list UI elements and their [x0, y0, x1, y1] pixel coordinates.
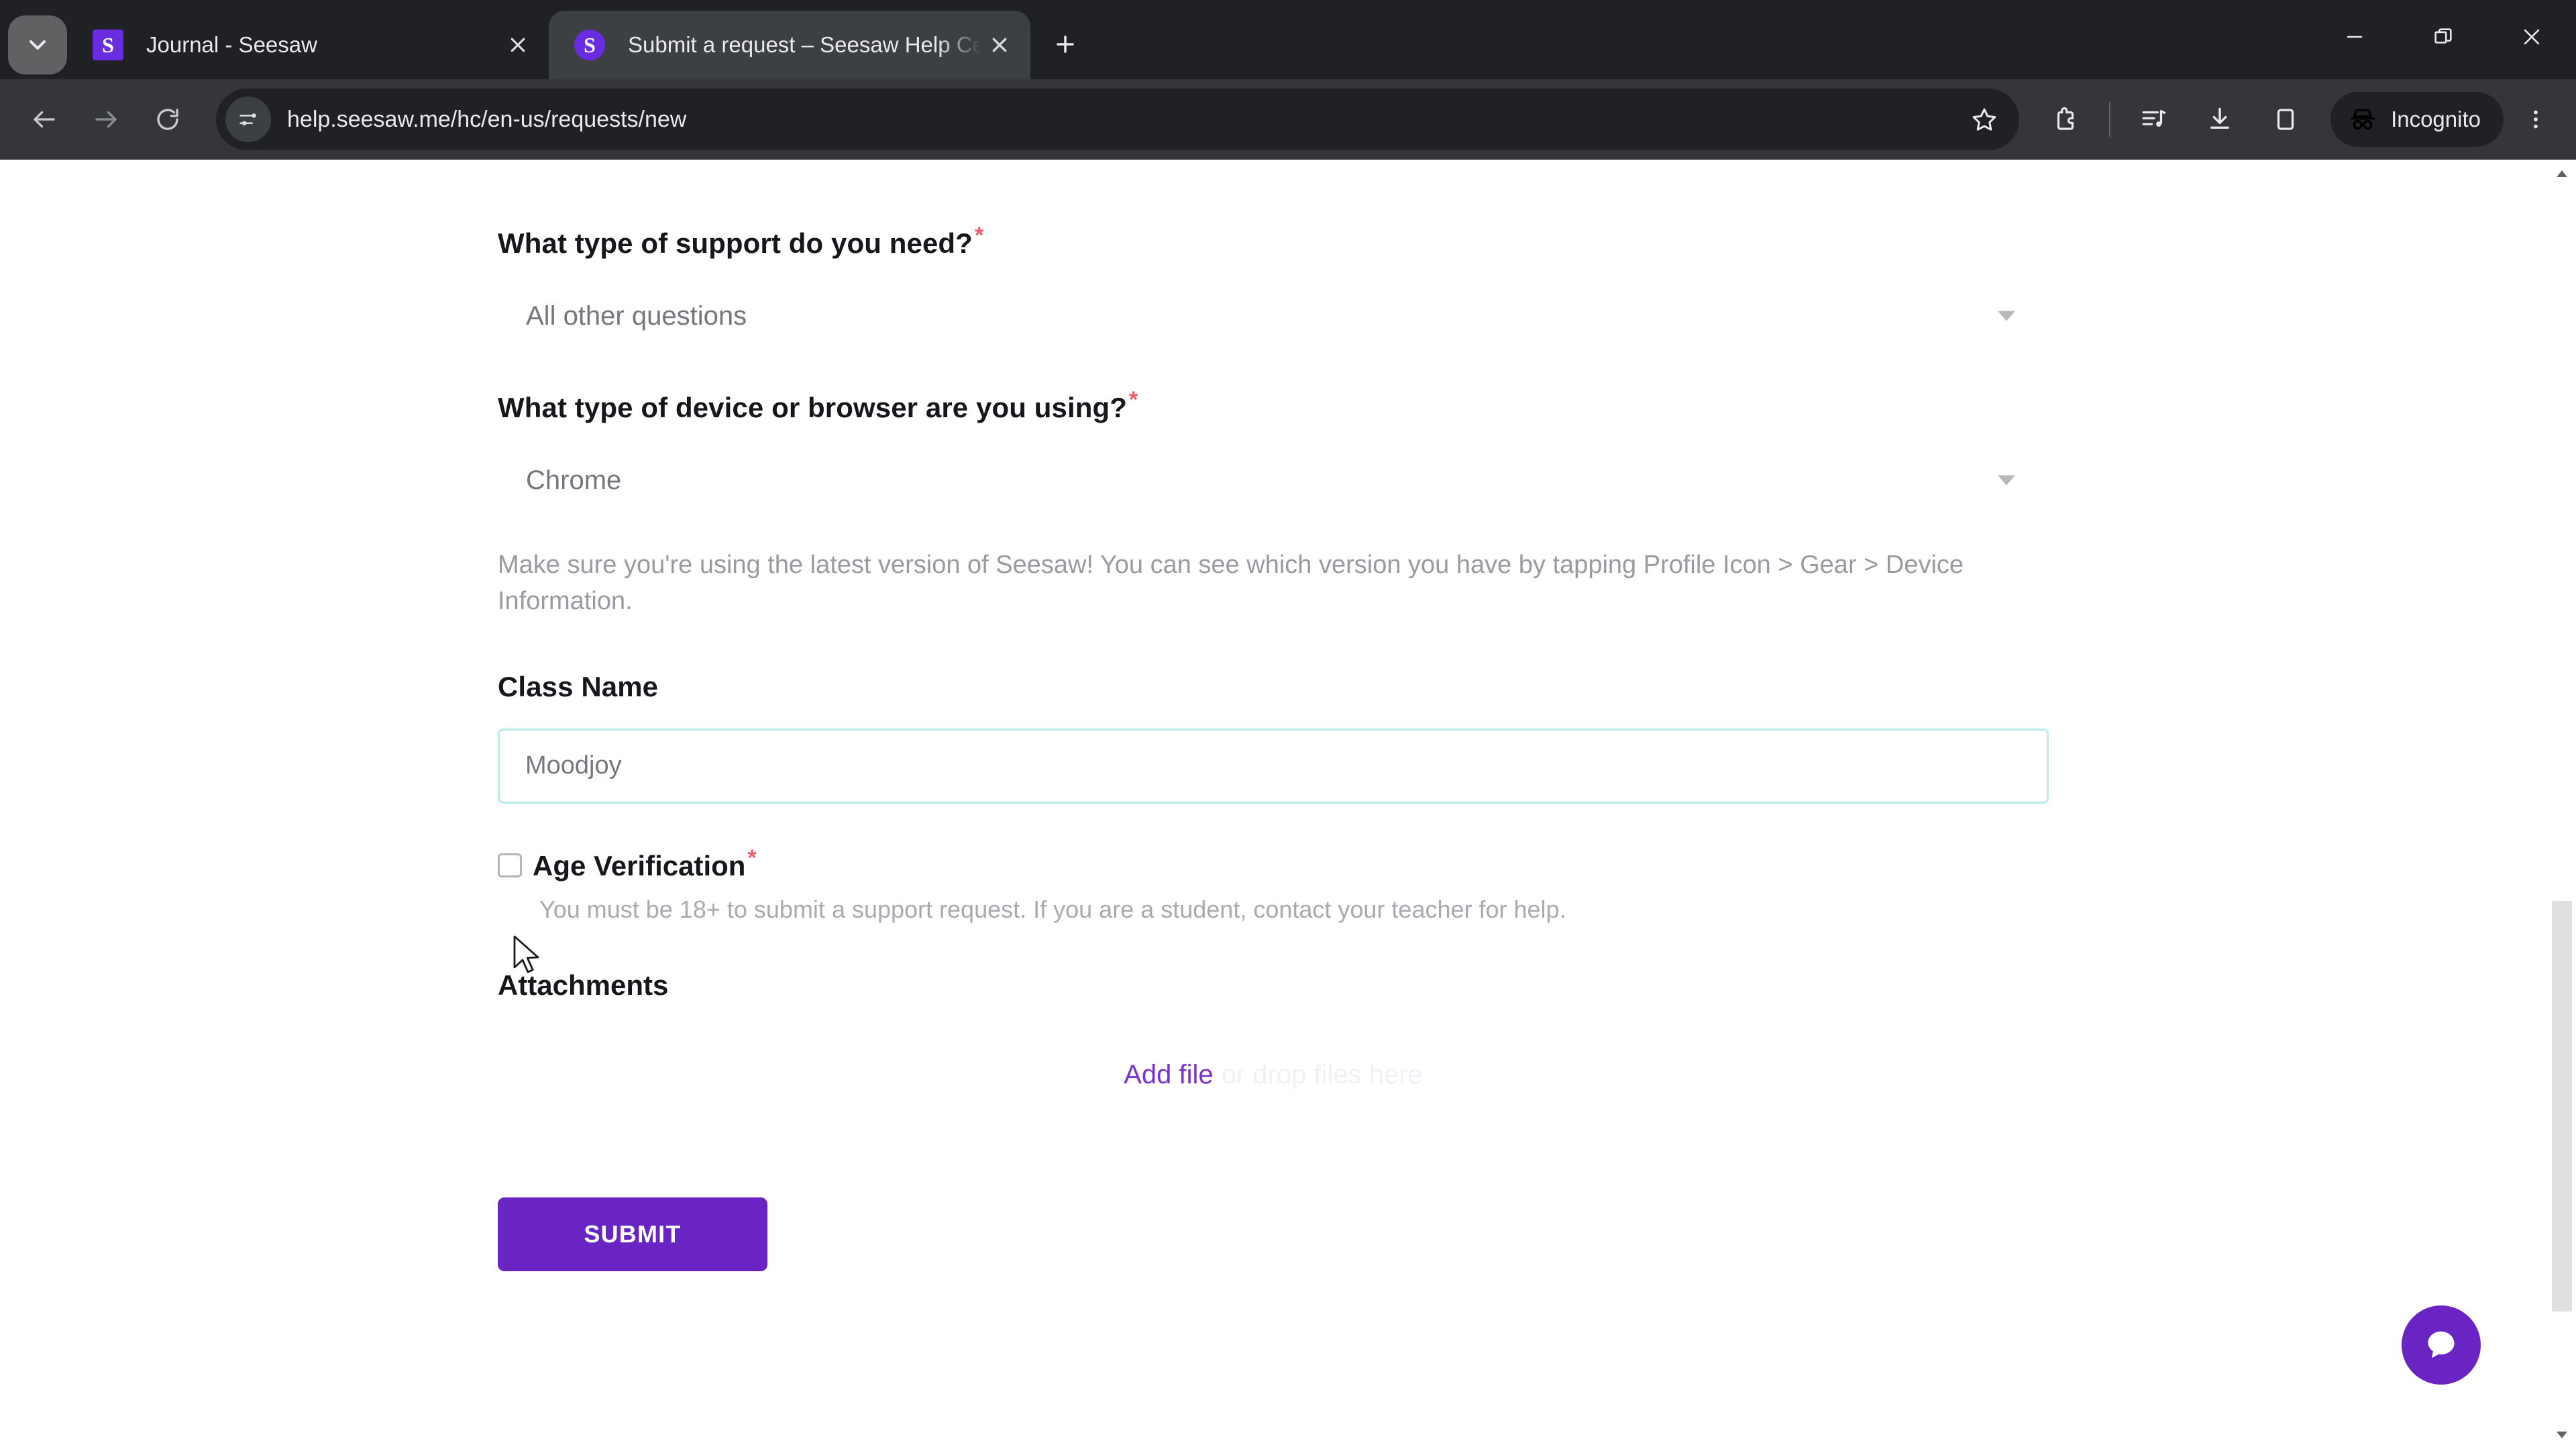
- scrollbar-thumb[interactable]: [2552, 901, 2572, 1311]
- profile-label: Incognito: [2391, 107, 2481, 131]
- device-browser-label: What type of device or browser are you u…: [498, 387, 2049, 424]
- browser-menu-button[interactable]: [2509, 91, 2563, 148]
- age-verification-row[interactable]: Age Verification*: [498, 845, 2049, 882]
- close-icon: [992, 38, 1007, 52]
- extensions-button[interactable]: [2037, 91, 2094, 148]
- page-scrollbar[interactable]: [2548, 160, 2576, 1449]
- chevron-down-icon: [1998, 475, 2015, 486]
- page-viewport: What type of support do you need?* All o…: [0, 160, 2576, 1449]
- side-panel-icon: [2277, 109, 2294, 130]
- submit-button[interactable]: SUBMIT: [498, 1197, 767, 1271]
- seesaw-favicon-icon: S: [93, 30, 123, 60]
- scroll-up-arrow-icon[interactable]: [2548, 160, 2576, 188]
- scroll-down-arrow-icon[interactable]: [2548, 1421, 2576, 1449]
- bookmark-button[interactable]: [1957, 93, 2011, 146]
- attachments-dropzone[interactable]: Add file or drop files here: [498, 1008, 2049, 1142]
- tab-submit-a-request[interactable]: S Submit a request – Seesaw Help Center: [549, 11, 1030, 79]
- forward-arrow-icon: [95, 111, 117, 128]
- extensions-icon: [2057, 107, 2074, 130]
- tab-title: Submit a request – Seesaw Help Center: [628, 32, 981, 58]
- class-name-label: Class Name: [498, 670, 659, 702]
- plus-icon: [1057, 36, 1074, 53]
- field-age-verification: Age Verification* You must be 18+ to sub…: [498, 845, 2049, 924]
- side-panel-button[interactable]: [2257, 91, 2314, 148]
- required-marker: *: [747, 845, 757, 871]
- star-icon: [1972, 108, 1996, 131]
- url-text: help.seesaw.me/hc/en-us/requests/new: [287, 106, 687, 132]
- field-device-browser: What type of device or browser are you u…: [498, 387, 2049, 620]
- tab-strip: S Journal - Seesaw S Submit a request – …: [0, 0, 2576, 79]
- class-name-input[interactable]: [498, 728, 2049, 804]
- downloads-button[interactable]: [2191, 91, 2249, 148]
- back-arrow-icon: [34, 111, 55, 128]
- add-file-link[interactable]: Add file: [1124, 1060, 1213, 1089]
- drop-files-hint: or drop files here: [1221, 1060, 1423, 1090]
- support-type-label: What type of support do you need?*: [498, 223, 2049, 260]
- age-verification-label-text: Age Verification: [533, 849, 746, 881]
- age-verification-label: Age Verification*: [533, 845, 757, 882]
- browser-chrome: S Journal - Seesaw S Submit a request – …: [0, 0, 2576, 160]
- three-dot-menu-icon: [2534, 110, 2538, 129]
- field-attachments: Attachments Add file or drop files here: [498, 969, 2049, 1142]
- incognito-icon: [2350, 109, 2375, 130]
- close-icon: [2524, 29, 2540, 45]
- support-type-label-text: What type of support do you need?: [498, 227, 973, 259]
- reload-button[interactable]: [137, 89, 199, 150]
- forward-button[interactable]: [75, 89, 137, 150]
- address-bar[interactable]: help.seesaw.me/hc/en-us/requests/new: [216, 89, 2020, 150]
- close-icon: [511, 38, 525, 52]
- tab-journal-seesaw[interactable]: S Journal - Seesaw: [67, 11, 549, 79]
- device-browser-label-text: What type of device or browser are you u…: [498, 392, 1128, 423]
- age-verification-description: You must be 18+ to submit a support requ…: [539, 895, 1566, 923]
- required-marker: *: [974, 223, 984, 248]
- new-tab-button[interactable]: [1041, 20, 1089, 68]
- field-class-name: Class Name: [498, 671, 2049, 804]
- tab-close-button[interactable]: [499, 26, 537, 64]
- minimize-button[interactable]: [2310, 0, 2399, 74]
- media-control-button[interactable]: [2125, 91, 2183, 148]
- browser-window: S Journal - Seesaw S Submit a request – …: [0, 0, 2576, 1449]
- required-marker: *: [1129, 387, 1138, 413]
- reload-icon: [157, 109, 178, 130]
- device-browser-select[interactable]: Chrome: [498, 448, 2049, 513]
- chevron-down-icon: [30, 40, 46, 50]
- field-support-type: What type of support do you need?* All o…: [498, 160, 2049, 348]
- age-verification-checkbox[interactable]: [498, 853, 522, 877]
- profile-incognito-chip[interactable]: Incognito: [2330, 92, 2504, 147]
- site-settings-icon[interactable]: [225, 97, 271, 142]
- browser-toolbar: help.seesaw.me/hc/en-us/requests/new Inc…: [0, 79, 2576, 160]
- support-request-form: What type of support do you need?* All o…: [498, 160, 2049, 1271]
- device-browser-value: Chrome: [526, 465, 622, 495]
- chat-launcher-button[interactable]: [2402, 1305, 2481, 1385]
- device-browser-help-text: Make sure you're using the latest versio…: [498, 551, 1964, 615]
- maximize-restore-button[interactable]: [2399, 0, 2487, 74]
- download-icon: [2210, 107, 2229, 129]
- support-type-value: All other questions: [526, 301, 747, 331]
- support-type-select[interactable]: All other questions: [498, 284, 2049, 348]
- tune-icon: [239, 113, 256, 125]
- tab-close-button[interactable]: [981, 26, 1018, 64]
- attachments-label: Attachments: [498, 969, 669, 1001]
- seesaw-favicon-icon: S: [574, 30, 605, 60]
- media-playlist-icon: [2142, 110, 2166, 127]
- minimize-icon: [2347, 36, 2363, 38]
- chat-bubble-icon: [2428, 1331, 2455, 1358]
- dropzone-text: Add file or drop files here: [1124, 1060, 1423, 1090]
- close-window-button[interactable]: [2487, 0, 2576, 74]
- chevron-down-icon: [1998, 311, 2015, 321]
- back-button[interactable]: [13, 89, 75, 150]
- restore-icon: [2434, 28, 2452, 44]
- tab-title: Journal - Seesaw: [146, 32, 317, 58]
- window-controls: [2310, 0, 2576, 74]
- toolbar-divider: [2109, 102, 2111, 137]
- tab-search-button[interactable]: [8, 15, 67, 74]
